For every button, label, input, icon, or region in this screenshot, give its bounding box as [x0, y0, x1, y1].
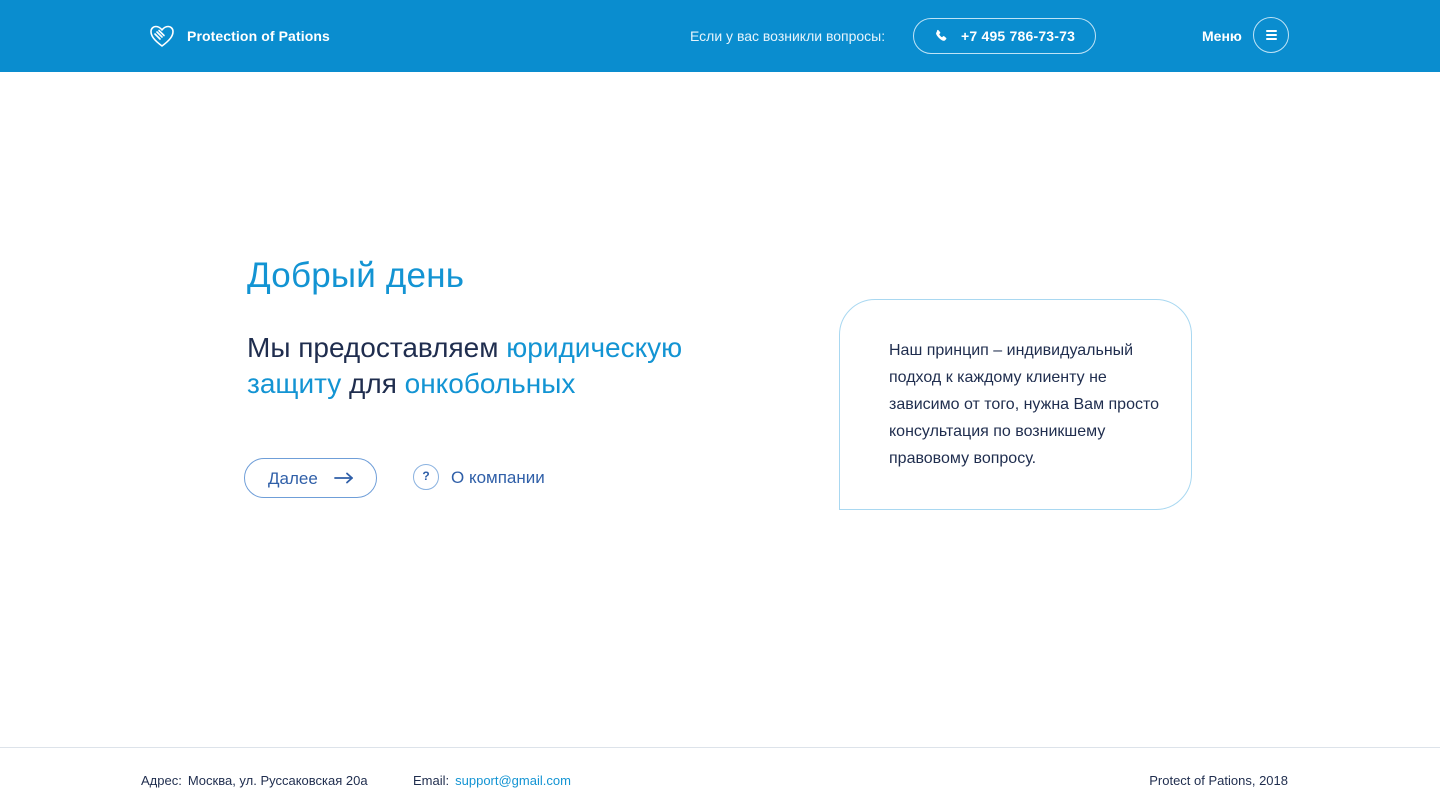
greeting-heading: Добрый день	[247, 256, 465, 295]
tagline-text: для	[341, 368, 405, 399]
email-label: Email:	[413, 773, 450, 788]
hamburger-icon	[1266, 30, 1277, 40]
brand-name: Protection of Pations	[187, 28, 330, 44]
arrow-right-icon	[334, 472, 353, 484]
phone-button[interactable]: +7 495 786-73-73	[913, 18, 1096, 54]
address-value: Москва, ул. Руссаковская 20а	[187, 773, 368, 788]
logo[interactable]: Protection of Pations	[148, 22, 330, 50]
principle-card: Наш принцип – индивидуальный подход к ка…	[839, 299, 1192, 510]
heart-hands-icon	[150, 25, 174, 47]
email-link[interactable]: support@gmail.com	[455, 773, 571, 788]
site-footer: Адрес: Москва, ул. Руссаковская 20а Email…	[0, 747, 1440, 810]
phone-icon	[936, 29, 947, 41]
copyright: Protect of Pations, 2018	[1149, 773, 1288, 788]
tagline-text: Мы предоставляем	[247, 332, 507, 363]
next-button[interactable]: Далее	[244, 458, 377, 498]
about-company-label: О компании	[451, 468, 545, 487]
menu-button[interactable]	[1253, 17, 1289, 53]
footer-email: Email: support@gmail.com	[413, 773, 571, 788]
site-header: Protection of Pations Если у вас возникл…	[0, 0, 1440, 72]
principle-text: Наш принцип – индивидуальный подход к ка…	[889, 342, 1160, 467]
tagline-highlight: онкобольных	[404, 368, 576, 399]
footer-address: Адрес: Москва, ул. Руссаковская 20а	[141, 773, 368, 788]
question-circle-icon: ?	[413, 464, 439, 490]
next-button-label: Далее	[268, 469, 318, 488]
tagline: Мы предоставляем юридическую защиту для …	[247, 330, 767, 402]
phone-number: +7 495 786-73-73	[961, 28, 1076, 44]
address-label: Адрес:	[141, 773, 182, 788]
menu-label[interactable]: Меню	[1202, 28, 1242, 44]
questions-label: Если у вас возникли вопросы:	[690, 28, 886, 44]
